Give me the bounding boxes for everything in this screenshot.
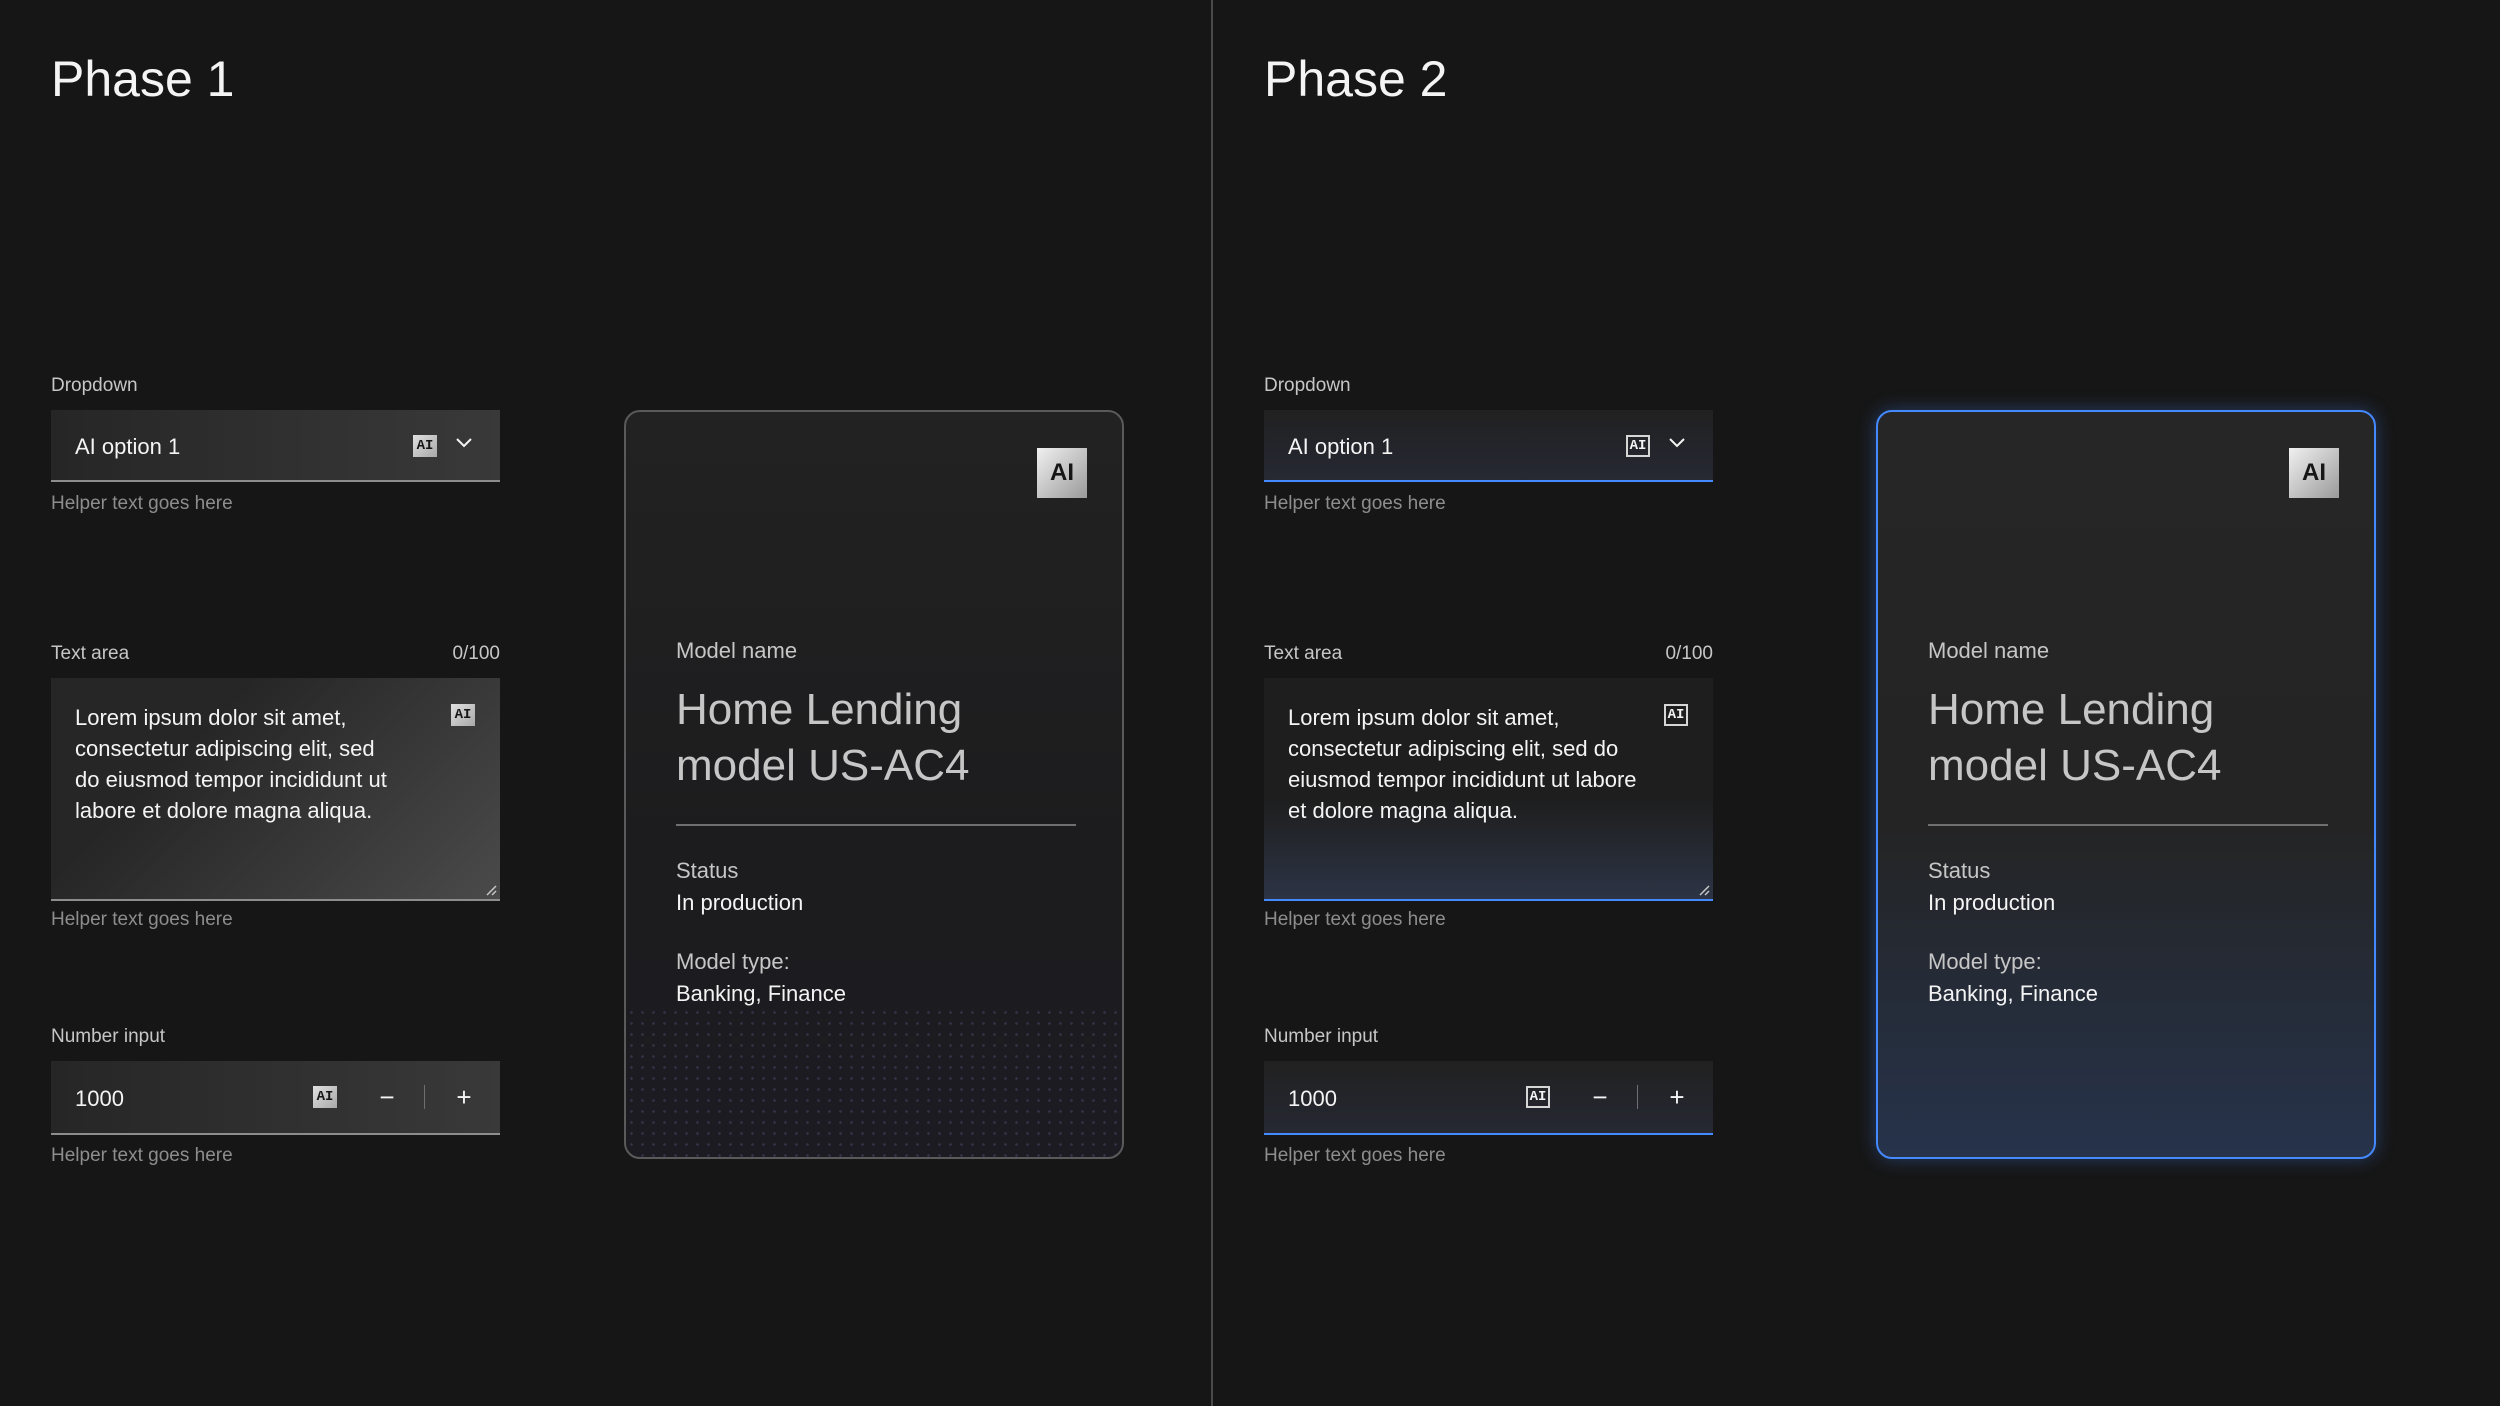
model-type-value: Banking, Finance: [676, 981, 846, 1006]
ai-label-icon[interactable]: AI: [2289, 448, 2339, 498]
status-label: Status: [676, 858, 739, 883]
increment-button[interactable]: +: [1641, 1061, 1713, 1133]
textarea-counter: 0/100: [452, 643, 500, 664]
chevron-down-icon[interactable]: [454, 432, 474, 452]
status-value: In production: [1928, 890, 2056, 915]
number-input-value[interactable]: 1000: [1288, 1086, 1337, 1112]
ai-dropdown[interactable]: AI option 1 AI: [51, 410, 500, 482]
decrement-button[interactable]: −: [1564, 1061, 1636, 1133]
model-type-label: Model type:: [676, 949, 790, 974]
ai-label-icon[interactable]: AI: [1526, 1086, 1550, 1108]
ai-label-icon[interactable]: AI: [451, 704, 475, 726]
textarea-label: Text area: [1264, 643, 1343, 664]
dropdown-selected-value: AI option 1: [1288, 434, 1394, 459]
textarea-counter: 0/100: [1665, 643, 1713, 664]
status-label: Status: [1928, 858, 1991, 883]
textarea-helper-text: Helper text goes here: [51, 909, 233, 930]
dropdown-selected-value: AI option 1: [75, 434, 181, 459]
ai-label-icon[interactable]: AI: [1664, 704, 1688, 726]
number-input-helper-text: Helper text goes here: [1264, 1145, 1446, 1166]
model-name-value: Home Lending model US-AC4: [676, 685, 970, 790]
ai-label-icon[interactable]: AI: [413, 435, 437, 457]
number-input-helper-text: Helper text goes here: [51, 1145, 233, 1166]
stepper-divider: [1637, 1085, 1638, 1109]
ai-textarea[interactable]: Lorem ipsum dolor sit amet, consectetur …: [51, 678, 500, 901]
ai-number-input[interactable]: 1000 AI − +: [1264, 1061, 1713, 1135]
ai-label-icon[interactable]: AI: [313, 1086, 337, 1108]
decrement-button[interactable]: −: [351, 1061, 423, 1133]
textarea-label: Text area: [51, 643, 130, 664]
phase-title: Phase 2: [1264, 51, 1448, 107]
dropdown-helper-text: Helper text goes here: [1264, 493, 1446, 514]
resize-handle-icon[interactable]: [485, 884, 497, 896]
dropdown-label: Dropdown: [1264, 375, 1351, 396]
phase-title: Phase 1: [51, 51, 235, 107]
ai-number-input[interactable]: 1000 AI − +: [51, 1061, 500, 1135]
tile-dot-pattern: [626, 1007, 1122, 1157]
phase-1-panel: Phase 1 Dropdown AI option 1 AI Helper t…: [0, 0, 1211, 1406]
number-input-value[interactable]: 1000: [75, 1086, 124, 1112]
tile-divider: [676, 824, 1076, 826]
number-input-label: Number input: [1264, 1026, 1379, 1047]
phase-2-panel: Phase 2 Dropdown AI option 1 AI Helper t…: [1213, 0, 2500, 1406]
stepper-divider: [424, 1085, 425, 1109]
dropdown-helper-text: Helper text goes here: [51, 493, 233, 514]
model-name-label: Model name: [676, 638, 798, 663]
model-name-value: Home Lending model US-AC4: [1928, 685, 2222, 790]
textarea-value: Lorem ipsum dolor sit amet, consectetur …: [75, 705, 387, 823]
model-tile[interactable]: AI Model name Home Lending model US-AC4 …: [1876, 410, 2376, 1159]
ai-dropdown[interactable]: AI option 1 AI: [1264, 410, 1713, 482]
ai-label-icon[interactable]: AI: [1037, 448, 1087, 498]
model-tile[interactable]: AI Model name Home Lending model US-AC4 …: [624, 410, 1124, 1159]
status-value: In production: [676, 890, 804, 915]
resize-handle-icon[interactable]: [1698, 884, 1710, 896]
tile-divider: [1928, 824, 2328, 826]
chevron-down-icon[interactable]: [1667, 432, 1687, 452]
ai-textarea[interactable]: Lorem ipsum dolor sit amet, consectetur …: [1264, 678, 1713, 901]
model-name-label: Model name: [1928, 638, 2050, 663]
increment-button[interactable]: +: [428, 1061, 500, 1133]
model-type-value: Banking, Finance: [1928, 981, 2098, 1006]
number-input-label: Number input: [51, 1026, 166, 1047]
textarea-helper-text: Helper text goes here: [1264, 909, 1446, 930]
dropdown-label: Dropdown: [51, 375, 138, 396]
model-type-label: Model type:: [1928, 949, 2042, 974]
ai-label-icon[interactable]: AI: [1626, 435, 1650, 457]
textarea-value: Lorem ipsum dolor sit amet, consectetur …: [1288, 705, 1637, 823]
